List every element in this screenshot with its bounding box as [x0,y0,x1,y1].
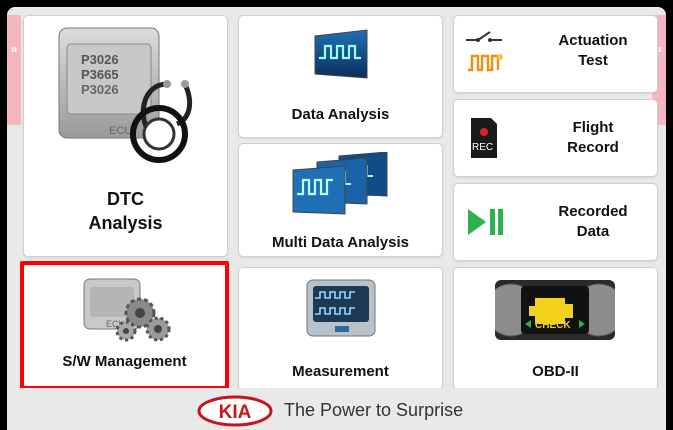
dtc-code-1: P3026 [81,52,119,67]
flight-record-button[interactable]: REC Flight Record [453,99,658,177]
ecu-label: ECU [109,125,132,137]
data-analysis-button[interactable]: Data Analysis [238,15,443,138]
chevron-right-icon: » [10,42,18,56]
main-menu-panel: » « P3026 P3665 P3026 ECU DTC Analysis D… [7,7,666,430]
sw-management-button[interactable]: ECU S/W Management [20,261,229,390]
measurement-button[interactable]: Measurement [238,267,443,390]
sw-management-label: S/W Management [62,353,187,370]
obd-ii-label: OBD-II [532,363,579,380]
sd-card-rec-icon: REC [471,118,497,158]
dtc-label-line2: Analysis [88,213,163,233]
measurement-label: Measurement [292,363,389,380]
actuation-label-line1: Actuation [558,32,628,49]
left-side-tab[interactable]: » [7,15,21,125]
dtc-code-2: P3665 [81,67,119,82]
rec-text: REC [472,142,493,153]
ecu-stethoscope-icon: P3026 P3665 P3026 ECU [58,27,193,163]
dashboard-check-engine-icon: CHECK [495,280,615,340]
waveform-screen-icon [314,29,368,79]
flight-record-label-line1: Flight [572,119,614,136]
kia-logo: KIA [197,395,273,427]
switch-pulse-icon [466,31,503,72]
dtc-label-line1: DTC [107,189,144,209]
obd-ii-button[interactable]: CHECK OBD-II [453,267,658,390]
check-engine-text: CHECK [535,320,571,331]
recorded-data-label-line2: Data [576,223,610,240]
footer: KIA The Power to Surprise [7,388,666,430]
ecu-gears-icon: ECU [83,278,171,342]
multi-data-analysis-button[interactable]: Multi Data Analysis [238,143,443,257]
kia-brand-text: KIA [219,402,252,423]
dtc-code-3: P3026 [81,82,119,97]
screen: » « P3026 P3665 P3026 ECU DTC Analysis D… [0,0,673,430]
oscilloscope-icon [306,279,376,337]
recorded-data-label-line1: Recorded [558,203,628,220]
dtc-analysis-button[interactable]: P3026 P3665 P3026 ECU DTC Analysis [23,15,228,257]
actuation-test-button[interactable]: Actuation Test [453,15,658,93]
multi-waveform-screens-icon [292,152,388,215]
actuation-label-line2: Test [578,52,608,69]
slogan-text: The Power to Surprise [284,400,464,420]
multi-data-analysis-label: Multi Data Analysis [272,234,409,251]
data-analysis-label: Data Analysis [291,106,390,123]
flight-record-label-line2: Record [567,139,619,156]
recorded-data-button[interactable]: Recorded Data [453,183,658,261]
play-pause-icon [468,209,503,235]
